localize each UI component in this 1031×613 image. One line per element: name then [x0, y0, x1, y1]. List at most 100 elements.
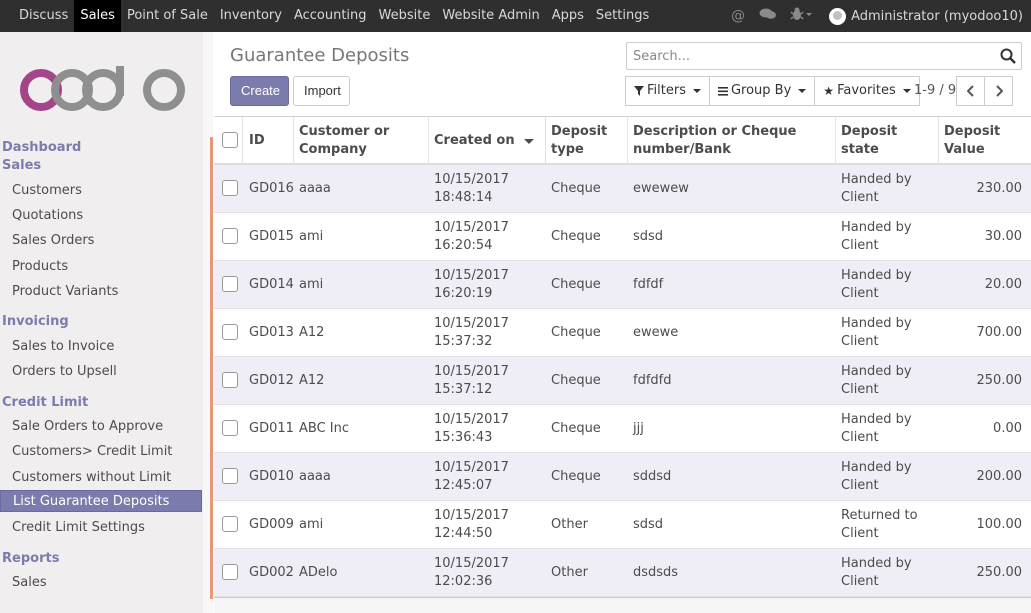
nav-inventory[interactable]: Inventory: [214, 0, 288, 32]
create-button[interactable]: Create: [230, 76, 289, 106]
table-row[interactable]: GD012 A12 10/15/2017 15:37:12 Cheque fdfdfd Ha…: [214, 357, 1031, 405]
row-checkbox[interactable]: [222, 324, 238, 340]
menu-item-products[interactable]: Products: [12, 259, 68, 274]
column-value-line1: Deposit: [944, 124, 1001, 139]
cell-date: 10/15/2017: [434, 460, 509, 475]
column-deposit-value[interactable]: Deposit Value: [938, 117, 1031, 165]
cell-created-on: 10/15/2017 12:02:36: [428, 549, 546, 597]
menu-item-credit-limit-settings[interactable]: Credit Limit Settings: [12, 520, 145, 535]
cell-type: Cheque: [551, 325, 601, 340]
pager-previous-button[interactable]: [956, 76, 985, 106]
chat-icon[interactable]: [753, 7, 783, 25]
table-row[interactable]: GD009 ami 10/15/2017 12:44:50 Other sdsd Retur…: [214, 501, 1031, 549]
group-by-button[interactable]: Group By: [708, 76, 816, 106]
row-checkbox[interactable]: [222, 468, 238, 484]
table-row[interactable]: GD014 ami 10/15/2017 16:20:19 Cheque fdfdf Han…: [214, 261, 1031, 309]
column-created-label: Created on: [434, 133, 515, 148]
pager-value[interactable]: 1-9 / 9: [914, 83, 956, 98]
table-row[interactable]: GD013 A12 10/15/2017 15:37:32 Cheque ewewe Han…: [214, 309, 1031, 357]
cell-value: 250.00: [976, 373, 1023, 388]
table-row[interactable]: GD011 ABC Inc 10/15/2017 15:36:43 Cheque jjj H…: [214, 405, 1031, 453]
row-checkbox[interactable]: [222, 564, 238, 580]
cell-type: Cheque: [551, 181, 601, 196]
column-created-on[interactable]: Created on: [428, 117, 546, 165]
menu-item-customers-credit-limit[interactable]: Customers> Credit Limit: [12, 444, 172, 459]
cell-customer: ABC Inc: [299, 421, 350, 436]
table-row[interactable]: GD015 ami 10/15/2017 16:20:54 Cheque sdsd Hand…: [214, 213, 1031, 261]
at-icon[interactable]: @: [723, 8, 753, 24]
menu-item-sales-to-invoice[interactable]: Sales to Invoice: [12, 339, 114, 354]
sidebar: Dashboard Sales Customers Quotations Sal…: [0, 32, 213, 613]
menu-item-sale-orders-to-approve[interactable]: Sale Orders to Approve: [12, 419, 163, 434]
cell-desc: fdfdf: [633, 277, 664, 292]
nav-accounting[interactable]: Accounting: [288, 0, 373, 32]
column-desc-line1: Description or Cheque: [633, 124, 797, 139]
cell-id: GD012: [249, 373, 294, 388]
nav-website-admin[interactable]: Website Admin: [436, 0, 545, 32]
cell-state-line1: Handed by: [841, 316, 912, 331]
menu-section-sales: Sales: [2, 158, 42, 173]
menu-item-customers[interactable]: Customers: [12, 183, 82, 198]
nav-settings[interactable]: Settings: [590, 0, 655, 32]
column-description[interactable]: Description or Cheque number/Bank: [627, 117, 836, 165]
nav-point-of-sale[interactable]: Point of Sale: [121, 0, 214, 32]
table-header: ID Customer or Company Created on Deposit…: [214, 117, 1031, 165]
menu-item-quotations[interactable]: Quotations: [12, 208, 83, 223]
search-icon[interactable]: [999, 47, 1017, 65]
user-name: Administrator (myodoo10): [851, 8, 1023, 24]
cell-created-on: 10/15/2017 15:36:43: [428, 405, 546, 453]
column-deposit-type[interactable]: Deposit type: [545, 117, 628, 165]
search-input[interactable]: [627, 43, 987, 69]
pager-next-button[interactable]: [984, 76, 1013, 106]
cell-created-on: 10/15/2017 16:20:54: [428, 213, 546, 261]
row-checkbox[interactable]: [222, 372, 238, 388]
table-row[interactable]: GD010 aaaa 10/15/2017 12:45:07 Cheque sddsd Ha…: [214, 453, 1031, 501]
cell-date: 10/15/2017: [434, 268, 509, 283]
cell-deposit-state: Handed by Client: [835, 549, 939, 597]
user-menu[interactable]: Administrator (myodoo10): [819, 7, 1031, 25]
row-checkbox[interactable]: [222, 180, 238, 196]
cell-state-line1: Returned to: [841, 508, 918, 523]
nav-discuss[interactable]: Discuss: [0, 0, 74, 32]
cell-value: 20.00: [984, 277, 1022, 292]
row-checkbox[interactable]: [222, 516, 238, 532]
cell-desc: ewewe: [633, 325, 679, 340]
row-checkbox[interactable]: [222, 228, 238, 244]
menu-item-customers-without-limit[interactable]: Customers without Limit: [12, 470, 171, 485]
select-all-checkbox[interactable]: [222, 132, 238, 148]
menu-item-orders-to-upsell[interactable]: Orders to Upsell: [12, 364, 117, 379]
cell-type: Cheque: [551, 469, 601, 484]
menu-item-reports-sales[interactable]: Sales: [12, 575, 47, 590]
cell-type: Other: [551, 517, 588, 532]
table-row[interactable]: GD002 ADelo 10/15/2017 12:02:36 Other dsdsds H…: [214, 549, 1031, 597]
menu-item-list-guarantee-deposits[interactable]: List Guarantee Deposits: [0, 490, 202, 512]
import-button[interactable]: Import: [293, 76, 350, 106]
table-row[interactable]: GD016 aaaa 10/15/2017 18:48:14 Cheque ewewew H…: [214, 165, 1031, 213]
nav-website[interactable]: Website: [373, 0, 437, 32]
cell-type: Cheque: [551, 229, 601, 244]
chevron-right-icon: [995, 85, 1003, 97]
list-view: ID Customer or Company Created on Deposit…: [214, 117, 1031, 613]
debug-bug-icon[interactable]: [783, 7, 819, 25]
search-box: [626, 42, 1022, 70]
cell-date: 10/15/2017: [434, 508, 509, 523]
menu-dashboard[interactable]: Dashboard: [2, 140, 81, 155]
row-checkbox[interactable]: [222, 420, 238, 436]
menu-item-sales-orders[interactable]: Sales Orders: [12, 233, 94, 248]
favorites-button[interactable]: ★ Favorites: [814, 76, 920, 106]
column-value-line2: Value: [944, 142, 985, 157]
favorites-label: Favorites: [837, 83, 896, 98]
cell-time: 12:44:50: [434, 526, 493, 541]
nav-sales[interactable]: Sales: [74, 0, 121, 32]
column-id[interactable]: ID: [243, 117, 294, 165]
row-checkbox[interactable]: [222, 276, 238, 292]
column-deposit-state[interactable]: Deposit state: [835, 117, 939, 165]
cell-deposit-state: Handed by Client: [835, 405, 939, 453]
chevron-down-icon: [902, 89, 911, 93]
cell-type: Other: [551, 565, 588, 580]
filters-button[interactable]: Filters: [625, 76, 710, 106]
column-customer[interactable]: Customer or Company: [293, 117, 429, 165]
nav-apps[interactable]: Apps: [546, 0, 590, 32]
menu-item-product-variants[interactable]: Product Variants: [12, 284, 118, 299]
cell-id: GD011: [249, 421, 294, 436]
